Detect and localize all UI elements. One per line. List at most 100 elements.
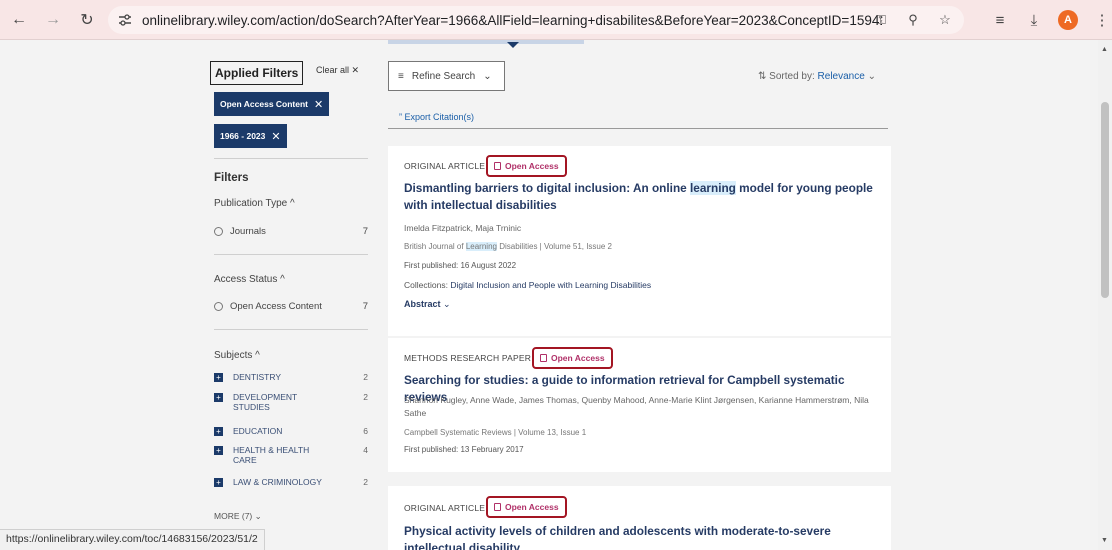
plus-icon[interactable]: + bbox=[214, 446, 223, 455]
lock-icon bbox=[540, 354, 547, 362]
authors[interactable]: Shannon Kugley, Anne Wade, James Thomas,… bbox=[404, 394, 874, 420]
result-card: METHODS RESEARCH PAPER Open Access Searc… bbox=[388, 338, 891, 472]
open-access-badge: Open Access bbox=[486, 496, 567, 518]
subject-count: 2 bbox=[363, 477, 368, 487]
subject-count: 6 bbox=[363, 426, 368, 436]
article-title-link[interactable]: Dismantling barriers to digital inclusio… bbox=[404, 180, 879, 214]
chevron-down-icon: ⌄ bbox=[867, 71, 876, 82]
radio-icon[interactable] bbox=[214, 227, 223, 236]
badge-label: Open Access bbox=[505, 502, 559, 512]
export-citations-link[interactable]: ” Export Citation(s) bbox=[399, 112, 474, 122]
filter-chip-open-access[interactable]: Open Access Content ✕ bbox=[214, 92, 330, 116]
subject-item[interactable]: + DENTISTRY 2 bbox=[214, 372, 368, 382]
divider bbox=[214, 254, 368, 255]
subject-count: 2 bbox=[363, 372, 368, 382]
abstract-toggle[interactable]: Abstract ⌄ bbox=[404, 299, 451, 310]
option-label: Journals bbox=[230, 226, 266, 237]
scroll-up-icon[interactable]: ▲ bbox=[1101, 46, 1108, 53]
subject-name: DEVELOPMENT STUDIES bbox=[233, 392, 298, 412]
article-title-link[interactable]: Physical activity levels of children and… bbox=[404, 523, 879, 550]
chevron-up-icon: ^ bbox=[255, 350, 260, 361]
clear-all-link[interactable]: Clear all ✕ bbox=[316, 65, 359, 76]
password-key-icon[interactable]: ⚿ bbox=[872, 11, 890, 29]
article-type: METHODS RESEARCH PAPER bbox=[404, 353, 532, 363]
subject-name: HEALTH & HEALTH CARE bbox=[233, 445, 310, 465]
radio-icon[interactable] bbox=[214, 302, 223, 311]
back-arrow-icon[interactable]: ← bbox=[8, 9, 30, 31]
collections: Collections: Digital Inclusion and Peopl… bbox=[404, 280, 651, 290]
scroll-down-icon[interactable]: ▼ bbox=[1101, 537, 1108, 544]
filter-lines-icon: ≡ bbox=[398, 70, 404, 82]
option-count: 7 bbox=[362, 301, 368, 312]
scrollbar-thumb[interactable] bbox=[1101, 102, 1109, 298]
journal-text: Disabilities | Volume 51, Issue 2 bbox=[499, 242, 613, 251]
url-text[interactable]: onlinelibrary.wiley.com/action/doSearch?… bbox=[142, 13, 882, 28]
group-label-text: Publication Type bbox=[214, 198, 288, 209]
option-label: Open Access Content bbox=[230, 301, 322, 312]
open-access-badge: Open Access bbox=[532, 347, 613, 369]
more-subjects-link[interactable]: MORE (7) ⌄ bbox=[214, 511, 262, 522]
collections-label: Collections: bbox=[404, 280, 448, 290]
more-label: MORE (7) bbox=[214, 511, 253, 521]
chevron-up-icon: ^ bbox=[289, 198, 295, 209]
quote-icon: ” bbox=[399, 112, 402, 122]
open-access-badge: Open Access bbox=[486, 155, 567, 177]
export-label: Export Citation(s) bbox=[404, 112, 475, 122]
chip-label: 1966 - 2023 bbox=[220, 131, 266, 141]
caret-down-icon bbox=[507, 42, 519, 48]
sort-arrows-icon: ⇅ bbox=[758, 71, 767, 82]
chevron-down-icon: ⌄ bbox=[443, 299, 451, 309]
subject-item[interactable]: + EDUCATION 6 bbox=[214, 426, 368, 436]
menu-kebab-icon[interactable]: ⋮ bbox=[1092, 9, 1112, 31]
plus-icon[interactable]: + bbox=[214, 427, 223, 436]
chip-label: Open Access Content bbox=[220, 99, 309, 109]
group-label-text: Subjects bbox=[214, 350, 253, 361]
subject-count: 2 bbox=[363, 392, 368, 402]
plus-icon[interactable]: + bbox=[214, 393, 223, 402]
authors[interactable]: Imelda Fitzpatrick, Maja Trninic bbox=[404, 222, 874, 235]
clear-all-label: Clear all bbox=[316, 65, 350, 75]
forward-arrow-icon[interactable]: → bbox=[42, 9, 64, 31]
page-content: Applied Filters Clear all ✕ Open Access … bbox=[0, 40, 1098, 550]
title-text: Dismantling barriers to digital inclusio… bbox=[404, 181, 687, 195]
subject-item[interactable]: + LAW & CRIMINOLOGY 2 bbox=[214, 477, 368, 487]
vertical-scrollbar[interactable]: ▲ ▼ bbox=[1098, 40, 1112, 550]
bookmark-star-icon[interactable]: ☆ bbox=[936, 11, 954, 29]
option-count: 7 bbox=[362, 226, 368, 237]
publication-type-toggle[interactable]: Publication Type ^ bbox=[214, 198, 295, 209]
divider bbox=[214, 329, 368, 330]
zoom-icon[interactable]: ⚲ bbox=[904, 11, 922, 29]
profile-avatar[interactable]: A bbox=[1058, 10, 1078, 30]
sort-prefix: Sorted by: bbox=[769, 71, 815, 82]
filter-chip-date-range[interactable]: 1966 - 2023 ✕ bbox=[214, 124, 287, 148]
address-bar[interactable]: onlinelibrary.wiley.com/action/doSearch?… bbox=[108, 6, 964, 34]
subject-item[interactable]: + DEVELOPMENT STUDIES 2 bbox=[214, 392, 368, 412]
refine-search-button[interactable]: ≡ Refine Search ⌄ bbox=[388, 61, 505, 91]
reload-icon[interactable]: ↻ bbox=[76, 9, 98, 31]
highlighted-term: learning bbox=[690, 181, 736, 195]
plus-icon[interactable]: + bbox=[214, 373, 223, 382]
download-icon[interactable]: ⤓ bbox=[1024, 9, 1044, 31]
close-icon[interactable]: ✕ bbox=[314, 98, 323, 111]
filter-option-open-access[interactable]: Open Access Content 7 bbox=[214, 301, 368, 312]
collections-link[interactable]: Digital Inclusion and People with Learni… bbox=[450, 280, 651, 290]
published-date: First published: 13 February 2017 bbox=[404, 445, 524, 454]
site-info-icon[interactable] bbox=[116, 11, 134, 29]
result-card: ORIGINAL ARTICLE Open Access Dismantling… bbox=[388, 146, 891, 336]
journal-link[interactable]: Campbell Systematic Reviews | Volume 13,… bbox=[404, 428, 586, 437]
status-bar-url: https://onlinelibrary.wiley.com/toc/1468… bbox=[0, 529, 265, 550]
divider bbox=[388, 128, 888, 129]
subject-name: DENTISTRY bbox=[233, 372, 282, 382]
filter-option-journals[interactable]: Journals 7 bbox=[214, 226, 368, 237]
top-tab-indicator bbox=[388, 40, 584, 44]
subject-count: 4 bbox=[363, 445, 368, 455]
plus-icon[interactable]: + bbox=[214, 478, 223, 487]
subjects-toggle[interactable]: Subjects ^ bbox=[214, 350, 260, 361]
article-type: ORIGINAL ARTICLE bbox=[404, 503, 486, 513]
reading-list-icon[interactable]: ≡ bbox=[990, 9, 1010, 31]
sort-dropdown[interactable]: ⇅ Sorted by: Relevance ⌄ bbox=[758, 71, 876, 82]
journal-link[interactable]: British Journal of Learning Disabilities… bbox=[404, 242, 612, 251]
access-status-toggle[interactable]: Access Status ^ bbox=[214, 274, 285, 285]
close-icon[interactable]: ✕ bbox=[271, 130, 280, 143]
subject-item[interactable]: + HEALTH & HEALTH CARE 4 bbox=[214, 445, 368, 465]
